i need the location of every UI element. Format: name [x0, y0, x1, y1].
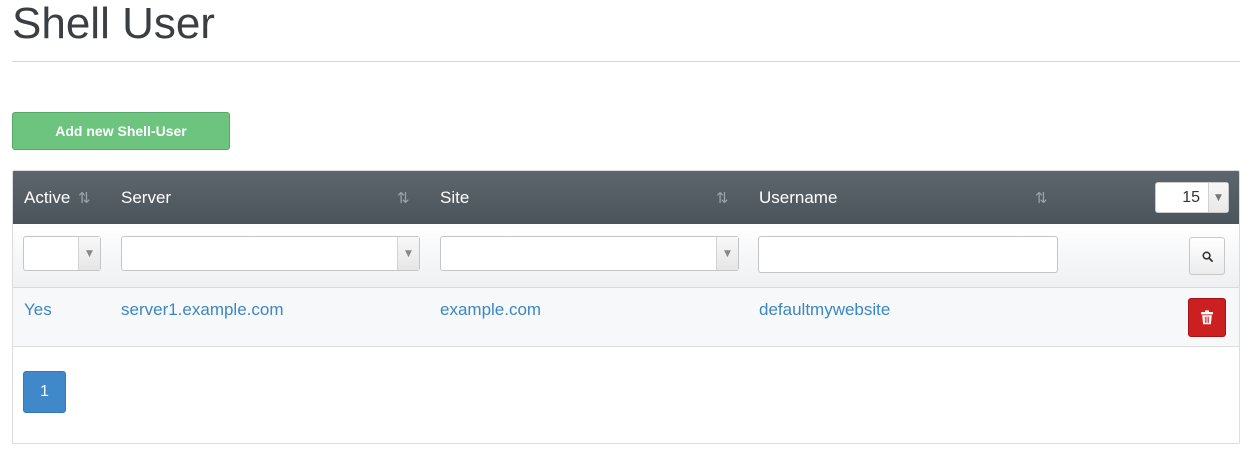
column-header-server[interactable]: Server: [121, 171, 171, 224]
site-filter-select[interactable]: ▼: [440, 236, 739, 271]
delete-button[interactable]: [1188, 298, 1226, 337]
server-cell[interactable]: server1.example.com: [121, 288, 284, 332]
per-page-value: 15: [1182, 188, 1200, 206]
per-page-select[interactable]: 15 ▼: [1155, 182, 1229, 213]
server-filter-value: [122, 237, 397, 270]
active-filter-value: [24, 237, 78, 270]
page-title: Shell User: [12, 0, 215, 48]
site-cell[interactable]: example.com: [440, 288, 541, 332]
column-label: Active: [24, 187, 71, 207]
chevron-down-icon: ▼: [716, 237, 738, 270]
active-filter-select[interactable]: ▼: [23, 236, 101, 271]
server-filter-select[interactable]: ▼: [121, 236, 420, 271]
chevron-down-icon: ▼: [1208, 183, 1228, 212]
search-icon: [1202, 251, 1213, 262]
shell-user-table: Active ⇅ Server ⇅ Site ⇅ Username ⇅ 15 ▼…: [12, 170, 1240, 444]
trash-icon: [1201, 310, 1213, 325]
table-row: Yes server1.example.com example.com defa…: [13, 288, 1239, 347]
active-cell[interactable]: Yes: [24, 288, 52, 332]
sort-icon[interactable]: ⇅: [397, 171, 410, 224]
site-filter-value: [441, 237, 716, 270]
filter-row: ▼ ▼ ▼: [13, 224, 1239, 288]
sort-icon[interactable]: ⇅: [78, 171, 91, 224]
chevron-down-icon: ▼: [397, 237, 419, 270]
column-header-username[interactable]: Username: [759, 171, 837, 224]
username-cell[interactable]: defaultmywebsite: [759, 288, 890, 332]
column-header-active[interactable]: Active: [24, 171, 70, 224]
add-shell-user-button[interactable]: Add new Shell-User: [12, 112, 230, 150]
chevron-down-icon: ▼: [78, 237, 100, 270]
username-filter-input[interactable]: [758, 236, 1058, 273]
table-header: Active ⇅ Server ⇅ Site ⇅ Username ⇅ 15 ▼: [13, 171, 1239, 224]
column-label: Username: [759, 187, 838, 207]
column-label: Server: [121, 187, 172, 207]
sort-icon[interactable]: ⇅: [716, 171, 729, 224]
column-label: Site: [440, 187, 470, 207]
pagination-page-1[interactable]: 1: [23, 371, 66, 413]
sort-icon[interactable]: ⇅: [1035, 171, 1048, 224]
search-button[interactable]: [1189, 237, 1225, 275]
title-divider: [12, 61, 1240, 62]
column-header-site[interactable]: Site: [440, 171, 469, 224]
